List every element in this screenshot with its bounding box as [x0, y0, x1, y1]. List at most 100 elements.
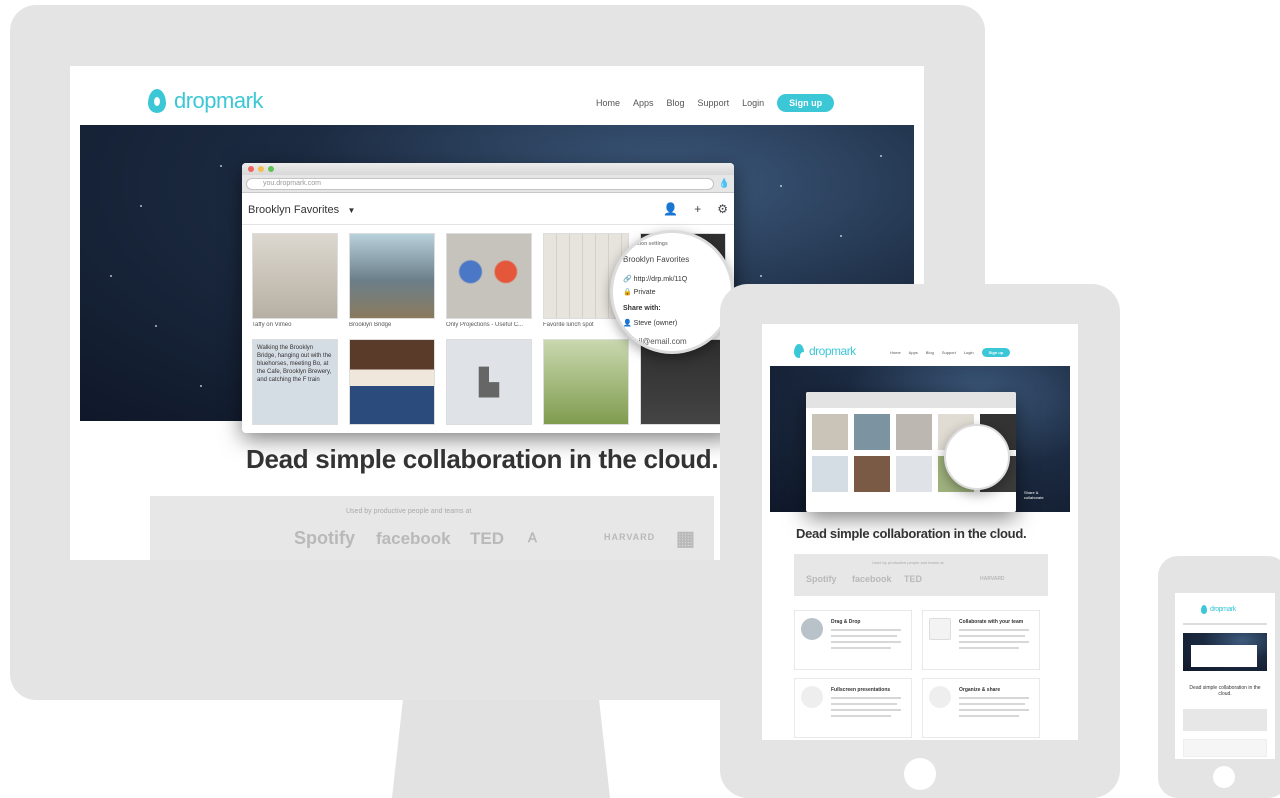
tablet-headline: Dead simple collaboration in the cloud.	[796, 526, 1027, 541]
feature-title: Drag & Drop	[831, 619, 861, 625]
collection-title-dropdown[interactable]: Brooklyn Favorites ▼	[248, 200, 355, 218]
qr-icon: ▦	[676, 528, 695, 550]
privacy-label: Private	[633, 289, 656, 296]
phone-logo-text: dropmark	[1210, 606, 1236, 613]
tablet-logo: dropmark	[794, 344, 856, 361]
tile[interactable]: Walking the Brooklyn Bridge, hanging out…	[252, 339, 338, 428]
tablet-nav-login: Login	[963, 350, 974, 355]
tile-thumb: Walking the Brooklyn Bridge, hanging out…	[252, 339, 338, 425]
brand-harvard: HARVARD	[604, 532, 656, 542]
tile[interactable]: Only Projections - Useful C...	[446, 233, 532, 328]
toolbar-icons: 👤 + ⚙	[663, 202, 728, 216]
tablet-nav-support: Support	[941, 350, 956, 355]
hero-headline: Dead simple collaboration in the cloud.	[246, 444, 719, 474]
tablet-signup: Sign up	[981, 348, 1011, 357]
tablet-nav-blog: Blog	[925, 350, 934, 355]
drag-drop-icon	[801, 618, 823, 640]
phone-logo: dropmark	[1201, 605, 1236, 622]
tablet-hero-caption: Share & collaborate	[1024, 490, 1044, 500]
feature-card: Drag & Drop	[794, 610, 912, 670]
owner-row: 👤 Steve (owner)	[623, 320, 678, 327]
tile-thumb	[349, 339, 435, 425]
share-link[interactable]: 🔗 http://drp.mk/11Q	[623, 275, 687, 283]
tablet-nav-apps: Apps	[908, 350, 918, 355]
feature-title: Collaborate with your team	[959, 619, 1024, 625]
tablet-magnifier	[944, 424, 1010, 490]
lock-icon: 🔒	[623, 289, 632, 296]
monitor-stand	[392, 700, 610, 798]
phone-screen: dropmark Dead simple collaboration in th…	[1175, 593, 1275, 759]
used-by-label: Used by productive people and teams at	[346, 508, 472, 515]
nav-apps[interactable]: Apps	[633, 98, 654, 108]
tablet-used-by: Used by productive people and teams at	[872, 560, 944, 565]
organize-icon	[929, 686, 951, 708]
signup-button[interactable]: Sign up	[777, 94, 835, 112]
address-bar[interactable]: you.dropmark.com	[246, 177, 714, 190]
drop-logo-icon	[1201, 605, 1213, 622]
feature-card: Collaborate with your team	[922, 610, 1040, 670]
logo-text: dropmark	[174, 88, 263, 113]
tablet-brand-spotify: Spotify	[806, 574, 837, 584]
tile-caption: Favorite lunch spot	[543, 322, 594, 328]
document-icon: ▙	[479, 366, 499, 397]
tablet-nav-home: Home	[890, 350, 901, 355]
brand-ted: TED	[470, 529, 504, 548]
tile-caption: Only Projections - Useful C...	[446, 322, 524, 328]
tile[interactable]	[543, 339, 629, 428]
phone-headline: Dead simple collaboration in the cloud.	[1189, 685, 1261, 697]
share-label: Share with:	[623, 305, 661, 312]
drop-logo-icon	[794, 344, 806, 361]
tile[interactable]: Taffy on Vimeo	[252, 233, 338, 328]
collection-title: Brooklyn Favorites	[248, 203, 340, 216]
feature-card: Fullscreen presentations	[794, 678, 912, 738]
tablet-brand-band: Used by productive people and teams at S…	[794, 554, 1048, 596]
nav-support[interactable]: Support	[698, 98, 730, 108]
tile[interactable]	[349, 339, 435, 428]
phone-home-button	[1213, 766, 1235, 788]
browser-titlebar	[242, 163, 734, 175]
site-logo[interactable]: dropmark	[148, 88, 263, 114]
share-link-text: http://drp.mk/11Q	[633, 276, 688, 283]
nav-blog[interactable]: Blog	[667, 98, 685, 108]
tile-thumb	[446, 233, 532, 319]
add-icon[interactable]: +	[694, 202, 701, 216]
feature-card: Organize & share	[922, 678, 1040, 738]
dropmark-extension-icon[interactable]: 💧	[719, 178, 730, 189]
privacy-toggle[interactable]: 🔒 Private	[623, 288, 655, 296]
tablet-brand-harvard: HARVARD	[980, 576, 1005, 582]
close-dot-icon[interactable]	[248, 166, 254, 172]
presentation-icon	[801, 686, 823, 708]
invite-email-field[interactable]: email@email.com	[623, 337, 687, 346]
feature-title: Fullscreen presentations	[831, 687, 891, 693]
collection-toolbar: Brooklyn Favorites ▼ 👤 + ⚙	[242, 193, 734, 225]
brand-facebook: facebook	[376, 529, 451, 548]
tablet-screen: dropmark Home Apps Blog Support Login Si…	[762, 324, 1078, 740]
tablet-brand-facebook: facebook	[852, 574, 892, 584]
gear-icon[interactable]: ⚙	[717, 202, 728, 216]
tile-thumb: ▙	[446, 339, 532, 425]
nav-login[interactable]: Login	[742, 98, 764, 108]
brand-spotify: Spotify	[294, 528, 355, 548]
browser-url-row: you.dropmark.com 💧	[242, 175, 734, 193]
tablet-brand-ted: TED	[904, 574, 922, 584]
feature-title: Organize & share	[959, 687, 1001, 693]
tile-thumb	[252, 233, 338, 319]
tile[interactable]: ▙	[446, 339, 532, 428]
user-menu-icon[interactable]: 👤	[663, 202, 678, 216]
nav-home[interactable]: Home	[596, 98, 620, 108]
team-icon	[929, 618, 951, 640]
chevron-down-icon: ▼	[347, 205, 356, 215]
tile[interactable]: Brooklyn Bridge	[349, 233, 435, 328]
adobe-icon: ꓮ	[528, 530, 537, 545]
tile-caption: Taffy on Vimeo	[252, 322, 292, 328]
magnifier-header: Collection settings	[623, 241, 668, 247]
used-by-band: Used by productive people and teams at S…	[150, 496, 714, 560]
settings-magnifier: Collection settings Brooklyn Favorites 🔗…	[610, 230, 734, 354]
owner-name: Steve (owner)	[633, 320, 678, 327]
minimize-dot-icon[interactable]	[258, 166, 264, 172]
tablet-home-button	[904, 758, 936, 790]
magnifier-title: Brooklyn Favorites	[623, 255, 690, 264]
tablet-nav: Home Apps Blog Support Login Sign up	[890, 348, 1011, 357]
zoom-dot-icon[interactable]	[268, 166, 274, 172]
tile-thumb	[349, 233, 435, 319]
